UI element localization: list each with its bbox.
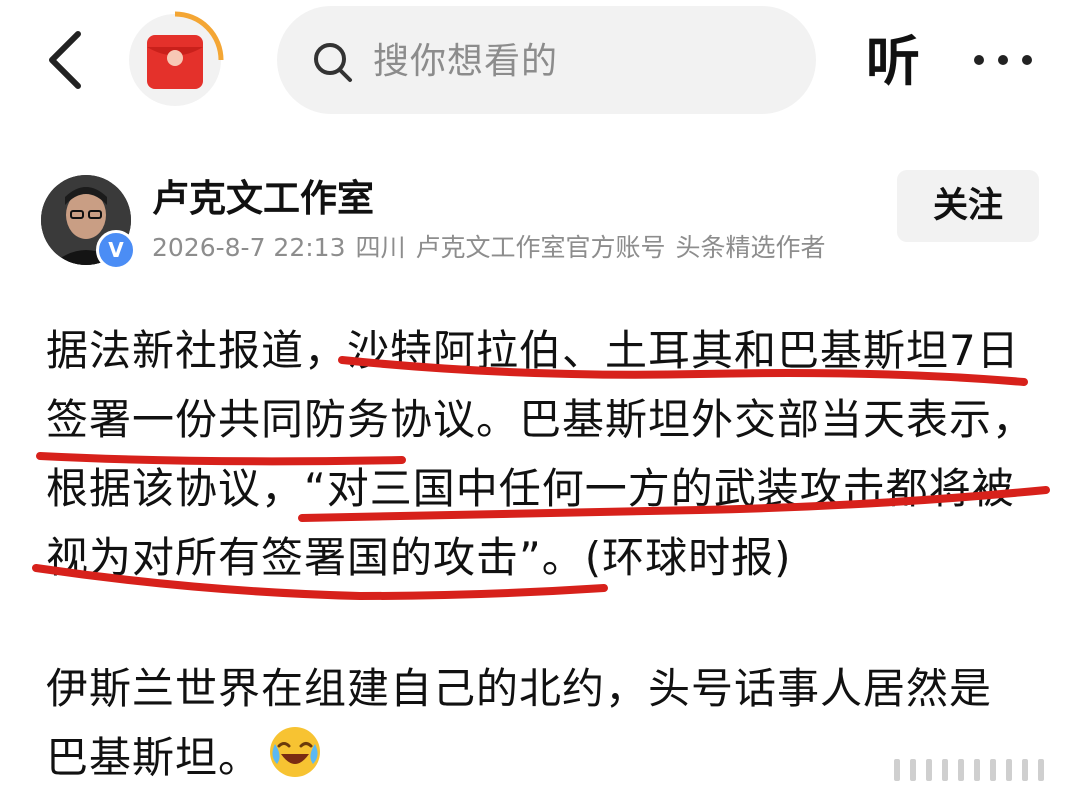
search-bar[interactable]: 搜你想看的: [277, 6, 816, 114]
page-indicator-icon: [894, 759, 1044, 781]
article-paragraph-1: 据法新社报道，沙特阿拉伯、土耳其和巴基斯坦7日 签署一份共同防务协议。巴基斯坦外…: [46, 316, 1036, 592]
author-meta: 2026-8-7 22:13 四川 卢克文工作室官方账号 头条精选作者: [152, 230, 836, 266]
post-timestamp: 2026-8-7 22:13: [152, 233, 346, 262]
author-badge: 头条精选作者: [675, 233, 826, 262]
author-name[interactable]: 卢克文工作室: [152, 176, 374, 222]
text-line: 视为对所有签署国的攻击”。(环球时报): [46, 533, 792, 582]
text-line: 根据该协议，“对三国中任何一方的武装攻击都将被: [46, 464, 1015, 513]
laughing-crying-emoji-icon: [270, 727, 321, 777]
text-line: 签署一份共同防务协议。巴基斯坦外交部当天表示，: [46, 395, 1036, 444]
text-line: 据法新社报道，沙特阿拉伯、土耳其和巴基斯坦7日: [46, 326, 1020, 375]
text-line: 伊斯兰世界在组建自己的北约，头号话事人居然是: [46, 664, 993, 713]
red-packet-button[interactable]: [127, 10, 225, 110]
red-packet-icon[interactable]: [127, 10, 225, 110]
back-button[interactable]: [38, 28, 98, 92]
account-description: 卢克文工作室官方账号: [415, 233, 666, 262]
text-line: 巴基斯坦。: [46, 733, 262, 782]
listen-button[interactable]: 听: [866, 30, 920, 94]
back-icon[interactable]: [38, 28, 98, 92]
search-icon: [314, 43, 352, 82]
more-icon[interactable]: [970, 40, 1036, 80]
search-placeholder: 搜你想看的: [373, 41, 559, 82]
verified-badge-icon: V: [96, 230, 136, 270]
follow-button[interactable]: 关注: [897, 170, 1039, 242]
more-button[interactable]: [970, 40, 1036, 80]
top-bar: 搜你想看的 听: [0, 0, 1080, 130]
post-location: 四川: [355, 233, 406, 262]
